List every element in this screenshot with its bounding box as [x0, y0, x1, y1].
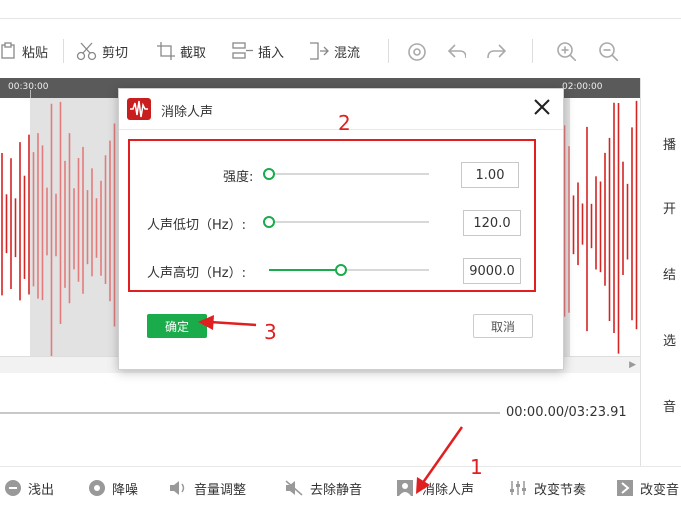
equalizer-icon	[510, 481, 526, 495]
change-tempo-button[interactable]: 改变节奏	[508, 477, 586, 499]
insert-button[interactable]: 插入	[232, 41, 284, 61]
zoom-in-icon[interactable]	[556, 41, 576, 61]
denoise-label: 降噪	[112, 482, 139, 498]
toolbar-divider	[388, 39, 389, 63]
confirm-button[interactable]: 确定	[147, 314, 207, 338]
zoom-out-icon[interactable]	[598, 41, 618, 61]
crop-icon	[157, 42, 175, 60]
scissors-icon	[76, 42, 97, 61]
crop-button[interactable]: 截取	[156, 41, 206, 61]
close-icon[interactable]	[531, 96, 553, 118]
toolbar-divider	[63, 39, 64, 63]
paste-icon	[1, 42, 15, 59]
volume-adjust-button[interactable]: 音量调整	[168, 477, 246, 499]
annotation-highlight-box	[128, 139, 536, 292]
effects-bar: 浅出 降噪 音量调整 去除静音 消除人声 改变节奏 改变音	[0, 466, 681, 512]
right-panel-label: 选	[663, 334, 677, 349]
insert-icon	[232, 42, 253, 59]
change-tempo-label: 改变节奏	[534, 482, 587, 498]
dialog-title: 消除人声	[161, 105, 214, 120]
fade-out-button[interactable]: 浅出	[4, 477, 54, 499]
fade-out-label: 浅出	[28, 482, 55, 498]
vocal-remove-icon	[397, 480, 413, 496]
speaker-icon	[170, 481, 185, 495]
right-panel-label: 开	[663, 202, 677, 217]
undo-icon[interactable]	[446, 41, 466, 61]
crop-label: 截取	[180, 45, 207, 61]
cut-button[interactable]: 剪切	[76, 41, 128, 61]
pitch-icon	[617, 480, 633, 496]
denoise-icon	[89, 480, 105, 496]
paste-button[interactable]: 粘贴	[0, 41, 48, 61]
fade-out-icon	[5, 480, 21, 496]
scroll-right-icon[interactable]: ▶	[629, 360, 636, 370]
remove-vocals-label: 消除人声	[422, 482, 475, 498]
remove-vocals-button[interactable]: 消除人声	[396, 477, 474, 499]
mix-button[interactable]: 混流	[308, 41, 360, 61]
change-pitch-label: 改变音	[640, 482, 680, 498]
remove-silence-button[interactable]: 去除静音	[284, 477, 362, 499]
mute-icon	[285, 480, 303, 496]
volume-adjust-label: 音量调整	[194, 482, 247, 498]
denoise-button[interactable]: 降噪	[88, 477, 138, 499]
cut-label: 剪切	[102, 45, 129, 61]
playback-progress-bar[interactable]	[0, 412, 500, 414]
mix-label: 混流	[334, 45, 361, 61]
redo-icon[interactable]	[486, 41, 506, 61]
ruler-tick-label: 02:00:00	[562, 82, 603, 92]
app-logo-icon	[127, 98, 151, 120]
annotation-number: 2	[338, 111, 351, 135]
loop-icon[interactable]	[406, 41, 426, 61]
right-panel-label: 音	[663, 400, 677, 415]
time-readout: 00:00.00/03:23.91	[506, 405, 627, 420]
change-pitch-button[interactable]: 改变音	[616, 477, 679, 499]
right-panel-label: 结	[663, 268, 677, 283]
remove-silence-label: 去除静音	[310, 482, 363, 498]
main-toolbar: 粘贴 剪切 截取 插入 混流	[0, 18, 681, 79]
cancel-button[interactable]: 取消	[473, 314, 533, 338]
right-panel: 播 开 结 选 音	[640, 78, 681, 466]
mix-icon	[310, 42, 329, 60]
annotation-number: 3	[264, 320, 277, 344]
ruler-tick-label: 00:30:00	[8, 82, 49, 92]
toolbar-divider	[532, 39, 533, 63]
insert-label: 插入	[258, 45, 285, 61]
right-panel-label: 播	[663, 138, 677, 153]
paste-label: 粘贴	[22, 45, 49, 61]
annotation-number: 1	[470, 455, 483, 479]
